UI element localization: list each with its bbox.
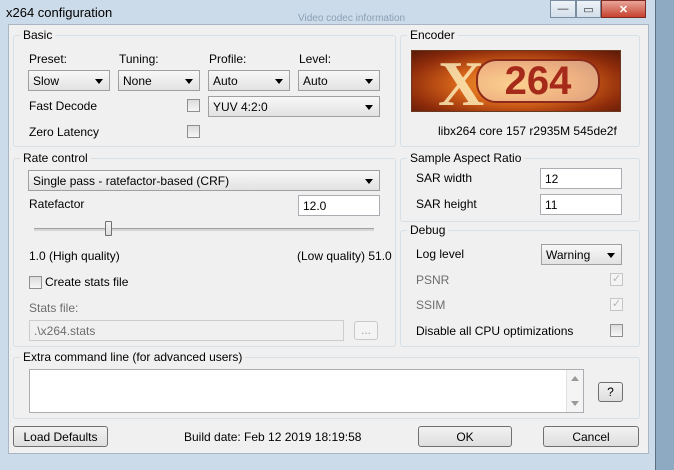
extra-command-scrollbar[interactable]: [566, 370, 583, 412]
desktop-background: [656, 0, 674, 470]
scroll-down-icon[interactable]: [571, 401, 579, 406]
basic-group-title: Basic: [20, 28, 56, 42]
preset-label: Preset:: [29, 52, 68, 66]
disable-cpu-checkbox[interactable]: [610, 324, 623, 337]
tuning-dropdown[interactable]: None: [118, 70, 200, 91]
extra-command-input[interactable]: [29, 369, 584, 413]
tuning-value: None: [123, 74, 152, 88]
chevron-down-icon: [365, 105, 373, 110]
zero-latency-label: Zero Latency: [29, 125, 100, 139]
log-level-label: Log level: [416, 247, 465, 261]
browse-label: ...: [360, 323, 371, 337]
minimize-button[interactable]: —: [550, 0, 576, 18]
slider-min-label: 1.0 (High quality): [29, 249, 120, 263]
rate-mode-dropdown[interactable]: Single pass - ratefactor-based (CRF): [28, 170, 380, 191]
stats-file-value: .\x264.stats: [34, 324, 96, 338]
colorspace-value: YUV 4:2:0: [213, 100, 268, 114]
browse-button[interactable]: ...: [354, 321, 378, 340]
help-label: ?: [607, 385, 614, 399]
sar-width-label: SAR width: [416, 171, 473, 185]
slider-max-label: (Low quality) 51.0: [297, 249, 392, 263]
ratefactor-slider-track[interactable]: [34, 228, 374, 231]
encoder-version: libx264 core 157 r2935M 545de2f: [438, 124, 617, 138]
colorspace-dropdown[interactable]: YUV 4:2:0: [208, 96, 380, 117]
fast-decode-label: Fast Decode: [29, 99, 98, 113]
maximize-icon: ▭: [583, 3, 594, 16]
level-dropdown[interactable]: Auto: [298, 70, 380, 91]
sar-height-input[interactable]: 11: [540, 194, 622, 215]
preset-value: Slow: [33, 74, 60, 88]
zero-latency-checkbox[interactable]: [187, 125, 200, 138]
ok-button[interactable]: OK: [418, 426, 512, 447]
ok-label: OK: [456, 430, 474, 444]
chevron-down-icon: [185, 79, 193, 84]
load-defaults-label: Load Defaults: [23, 430, 98, 444]
checkmark-icon: ✓: [611, 298, 622, 310]
rate-control-group-title: Rate control: [20, 151, 91, 165]
load-defaults-button[interactable]: Load Defaults: [13, 426, 108, 447]
maximize-button[interactable]: ▭: [576, 0, 601, 18]
stats-file-label: Stats file:: [29, 301, 79, 315]
ratefactor-label: Ratefactor: [29, 197, 85, 211]
chevron-down-icon: [275, 79, 283, 84]
chevron-down-icon: [95, 79, 103, 84]
preset-dropdown[interactable]: Slow: [28, 70, 110, 91]
window-title: x264 configuration: [6, 5, 113, 20]
x264-logo-number: 264: [476, 59, 600, 103]
sar-height-value: 11: [545, 198, 558, 212]
scroll-up-icon[interactable]: [571, 376, 579, 381]
log-level-dropdown[interactable]: Warning: [541, 244, 622, 265]
ratefactor-input[interactable]: 12.0: [298, 195, 380, 216]
x264-logo: X 264: [411, 50, 621, 112]
rate-mode-value: Single pass - ratefactor-based (CRF): [33, 174, 230, 188]
psnr-checkbox[interactable]: ✓: [610, 273, 623, 286]
build-date: Build date: Feb 12 2019 18:19:58: [184, 430, 362, 444]
encoder-group-title: Encoder: [407, 28, 458, 42]
close-icon: ✕: [618, 3, 629, 16]
level-label: Level:: [299, 52, 332, 66]
profile-value: Auto: [213, 74, 238, 88]
disable-cpu-label: Disable all CPU optimizations: [416, 324, 574, 338]
level-value: Auto: [303, 74, 328, 88]
cancel-button[interactable]: Cancel: [543, 426, 639, 447]
sar-group-title: Sample Aspect Ratio: [407, 151, 525, 165]
checkmark-icon: ✓: [611, 273, 622, 285]
extra-group-title: Extra command line (for advanced users): [20, 350, 246, 364]
create-stats-checkbox[interactable]: [29, 276, 42, 289]
close-button[interactable]: ✕: [601, 0, 646, 18]
sar-height-label: SAR height: [416, 197, 477, 211]
minimize-icon: —: [557, 3, 569, 15]
log-level-value: Warning: [546, 248, 591, 262]
chevron-down-icon: [365, 79, 373, 84]
profile-dropdown[interactable]: Auto: [208, 70, 290, 91]
sar-width-value: 12: [545, 172, 559, 186]
cancel-label: Cancel: [572, 430, 610, 444]
title-bar[interactable]: x264 configuration Video codec informati…: [0, 0, 656, 24]
tuning-label: Tuning:: [119, 52, 159, 66]
help-button[interactable]: ?: [598, 382, 623, 402]
debug-group-title: Debug: [407, 223, 449, 237]
chevron-down-icon: [365, 179, 373, 184]
profile-label: Profile:: [209, 52, 247, 66]
background-window-title: Video codec information: [298, 13, 406, 24]
fast-decode-checkbox[interactable]: [187, 99, 200, 112]
ratefactor-value: 12.0: [303, 199, 327, 213]
ssim-checkbox[interactable]: ✓: [610, 298, 623, 311]
chevron-down-icon: [607, 253, 615, 258]
ratefactor-slider-thumb[interactable]: [105, 221, 112, 236]
psnr-label: PSNR: [416, 273, 450, 287]
create-stats-label: Create stats file: [45, 275, 129, 289]
sar-width-input[interactable]: 12: [540, 168, 622, 189]
stats-file-input[interactable]: .\x264.stats: [29, 320, 344, 341]
ssim-label: SSIM: [416, 298, 446, 312]
